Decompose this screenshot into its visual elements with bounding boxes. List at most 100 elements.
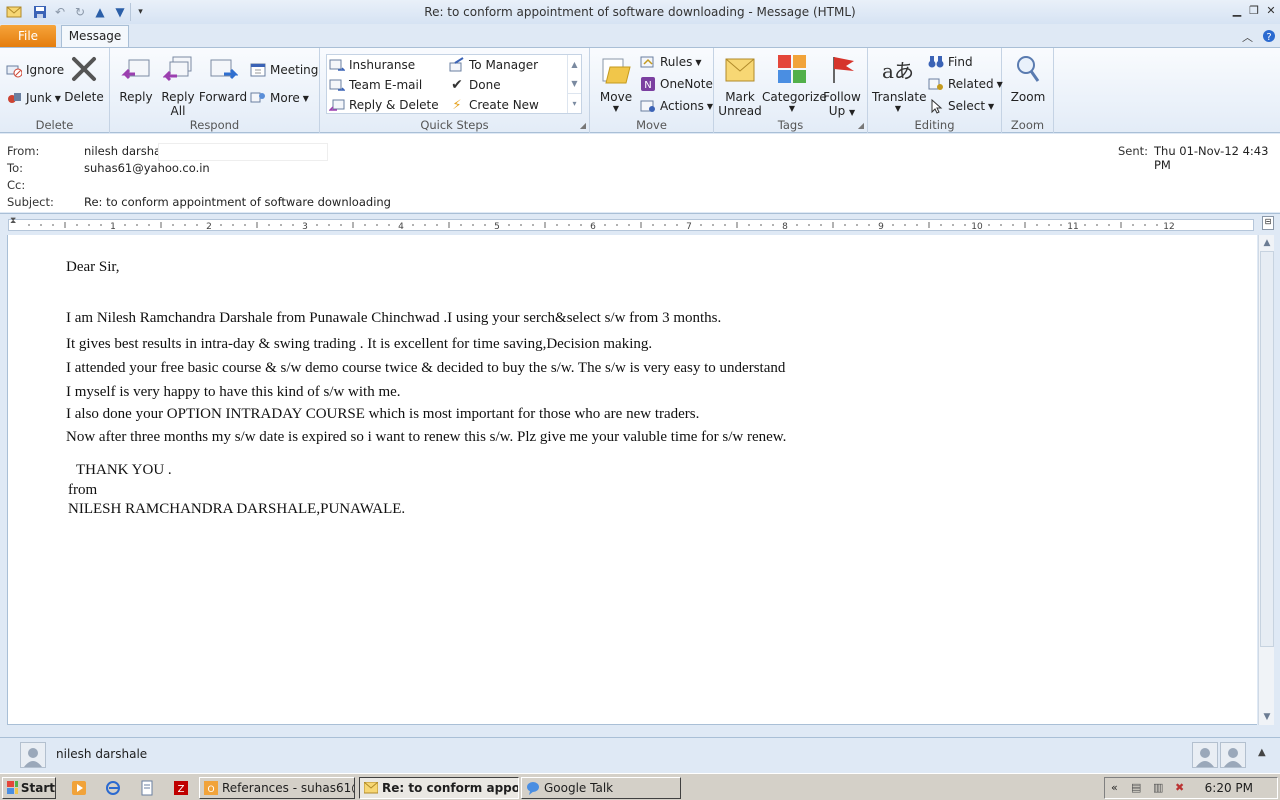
follow-up-button[interactable]: Follow Up ▼ [818, 52, 866, 118]
security-icon[interactable]: ✖ [1175, 781, 1184, 794]
taskbar-item-label: Referances - suhas61@... [222, 781, 354, 795]
zoom-button[interactable]: Zoom [1004, 52, 1052, 116]
scroll-down-arrow-icon[interactable]: ▼ [1259, 709, 1275, 725]
delete-group: Ignore Junk ▼ Delete Delete [0, 48, 110, 133]
message-body[interactable]: Dear Sir, I am Nilesh Ramchandra Darshal… [7, 235, 1257, 725]
select-dropdown-icon: ▼ [988, 101, 995, 111]
move-group-label: Move [636, 118, 667, 132]
find-button[interactable]: Find [928, 52, 973, 72]
rules-dropdown-icon: ▼ [695, 57, 702, 67]
cursor-icon [928, 98, 944, 114]
filezilla-icon[interactable]: Z [172, 779, 190, 797]
delete-button[interactable]: Delete [60, 52, 108, 116]
expand-gallery-icon[interactable]: ▾ [568, 93, 581, 112]
scroll-up-arrow-icon[interactable]: ▲ [1259, 235, 1275, 251]
ribbon-tabs: File Message ︿ ? [0, 24, 1280, 48]
scroll-up-icon[interactable]: ▲ [568, 55, 581, 74]
related-button[interactable]: Related ▼ [928, 74, 1003, 94]
close-icon[interactable]: ✕ [1262, 2, 1280, 18]
ruler-ticks: 1 2 3 4 5 6 7 8 9 10 11 12 [28, 222, 1175, 230]
actions-icon [640, 98, 656, 114]
editing-group-label: Editing [914, 118, 955, 132]
tab-message[interactable]: Message [61, 25, 129, 48]
taskbar-item-label: Re: to conform appoi... [382, 781, 519, 795]
scroll-thumb[interactable] [1260, 251, 1274, 647]
notepad-icon[interactable] [138, 779, 156, 797]
taskbar-item-google-talk[interactable]: Google Talk [521, 777, 681, 799]
move-dropdown-icon: ▼ [612, 104, 620, 113]
expand-people-pane-icon[interactable]: ▲ [1258, 747, 1266, 758]
delete-label: Delete [64, 90, 104, 104]
media-player-icon[interactable] [70, 779, 88, 797]
quick-step-inshuranse[interactable]: Inshuranse [329, 55, 415, 75]
svg-text:?: ? [1266, 32, 1271, 43]
ruler-number: 10 [971, 222, 983, 230]
network-icon[interactable]: ▤ [1131, 781, 1141, 794]
quick-step-team-email[interactable]: Team E-mail [329, 75, 422, 95]
internet-explorer-icon[interactable] [104, 779, 122, 797]
people-pane-name[interactable]: nilesh darshale [56, 747, 147, 761]
quick-step-label: Create New [469, 98, 539, 112]
taskbar-item-message[interactable]: Re: to conform appoi... [359, 777, 519, 799]
svg-text:Z: Z [178, 784, 185, 795]
move-button[interactable]: Move ▼ [592, 52, 640, 116]
quick-step-create-new[interactable]: ⚡ Create New [449, 95, 539, 115]
more-button[interactable]: More ▼ [250, 88, 309, 108]
quick-steps-scroll[interactable]: ▲ ▼ ▾ [567, 55, 581, 113]
flag-icon [825, 52, 859, 86]
body-line: I myself is very happy to have this kind… [66, 384, 401, 400]
checkmark-icon: ✔ [451, 77, 463, 93]
quick-step-reply-delete[interactable]: Reply & Delete [329, 95, 439, 115]
vertical-scrollbar[interactable]: ▲ ▼ [1258, 235, 1274, 725]
quick-step-to-manager[interactable]: To Manager [449, 55, 538, 75]
rules-button[interactable]: Rules ▼ [640, 52, 702, 72]
categorize-button[interactable]: Categorize ▼ [762, 52, 827, 116]
person-avatar-icon[interactable] [20, 742, 46, 768]
taskbar-item-referances[interactable]: O Referances - suhas61@... [199, 777, 355, 799]
ruler-number: 3 [302, 222, 308, 230]
minimize-ribbon-icon[interactable]: ︿ [1242, 29, 1256, 44]
respond-group-label: Respond [189, 118, 240, 132]
mark-unread-icon [723, 52, 757, 86]
zoom-group: Zoom Zoom [1002, 48, 1054, 133]
clock[interactable]: 6:20 PM [1205, 781, 1253, 795]
tray-expand-icon[interactable]: « [1111, 781, 1118, 794]
reply-all-label-2: All [170, 104, 186, 118]
ruler-number: 5 [494, 222, 500, 230]
contact-avatar-icon[interactable] [1192, 742, 1218, 768]
view-ruler-icon[interactable]: ⊟ [1262, 216, 1274, 230]
to-value[interactable]: suhas61@yahoo.co.in [84, 161, 210, 175]
mark-unread-button[interactable]: Mark Unread [716, 52, 764, 118]
reply-label: Reply [119, 90, 153, 104]
cc-label: Cc: [7, 178, 26, 192]
indent-marker-icon[interactable]: ⧗ [10, 216, 16, 226]
junk-button[interactable]: Junk ▼ [6, 88, 61, 108]
meeting-button[interactable]: Meeting [250, 60, 318, 80]
contact-avatar-icon[interactable] [1220, 742, 1246, 768]
ignore-button[interactable]: Ignore [6, 60, 64, 80]
reply-button[interactable]: Reply [112, 52, 160, 116]
reply-all-button[interactable]: Reply All [154, 52, 202, 118]
delete-x-icon [67, 52, 101, 86]
help-icon[interactable]: ? [1262, 29, 1276, 43]
forward-button[interactable]: Forward [198, 52, 248, 116]
scroll-down-icon[interactable]: ▼ [568, 74, 581, 93]
ruler-number: 1 [110, 222, 116, 230]
select-button[interactable]: Select ▼ [928, 96, 994, 116]
translate-button[interactable]: aあ Translate ▼ [872, 52, 927, 116]
ignore-label: Ignore [26, 63, 65, 77]
minimize-icon[interactable]: ▁ [1228, 2, 1246, 18]
translate-label: Translate [872, 90, 927, 104]
actions-button[interactable]: Actions ▼ [640, 96, 713, 116]
ruler-number: 8 [782, 222, 788, 230]
quick-step-label: Reply & Delete [349, 98, 439, 112]
team-email-icon [329, 77, 345, 93]
sent-label: Sent: [1118, 144, 1149, 158]
restore-icon[interactable]: ❐ [1245, 2, 1263, 18]
tab-file[interactable]: File [0, 25, 56, 47]
onenote-button[interactable]: N OneNote [640, 74, 713, 94]
start-button[interactable]: Start [2, 777, 56, 799]
speech-bubble-icon [527, 782, 539, 795]
quick-step-done[interactable]: ✔ Done [449, 75, 500, 95]
device-icon[interactable]: ▥ [1153, 781, 1163, 794]
